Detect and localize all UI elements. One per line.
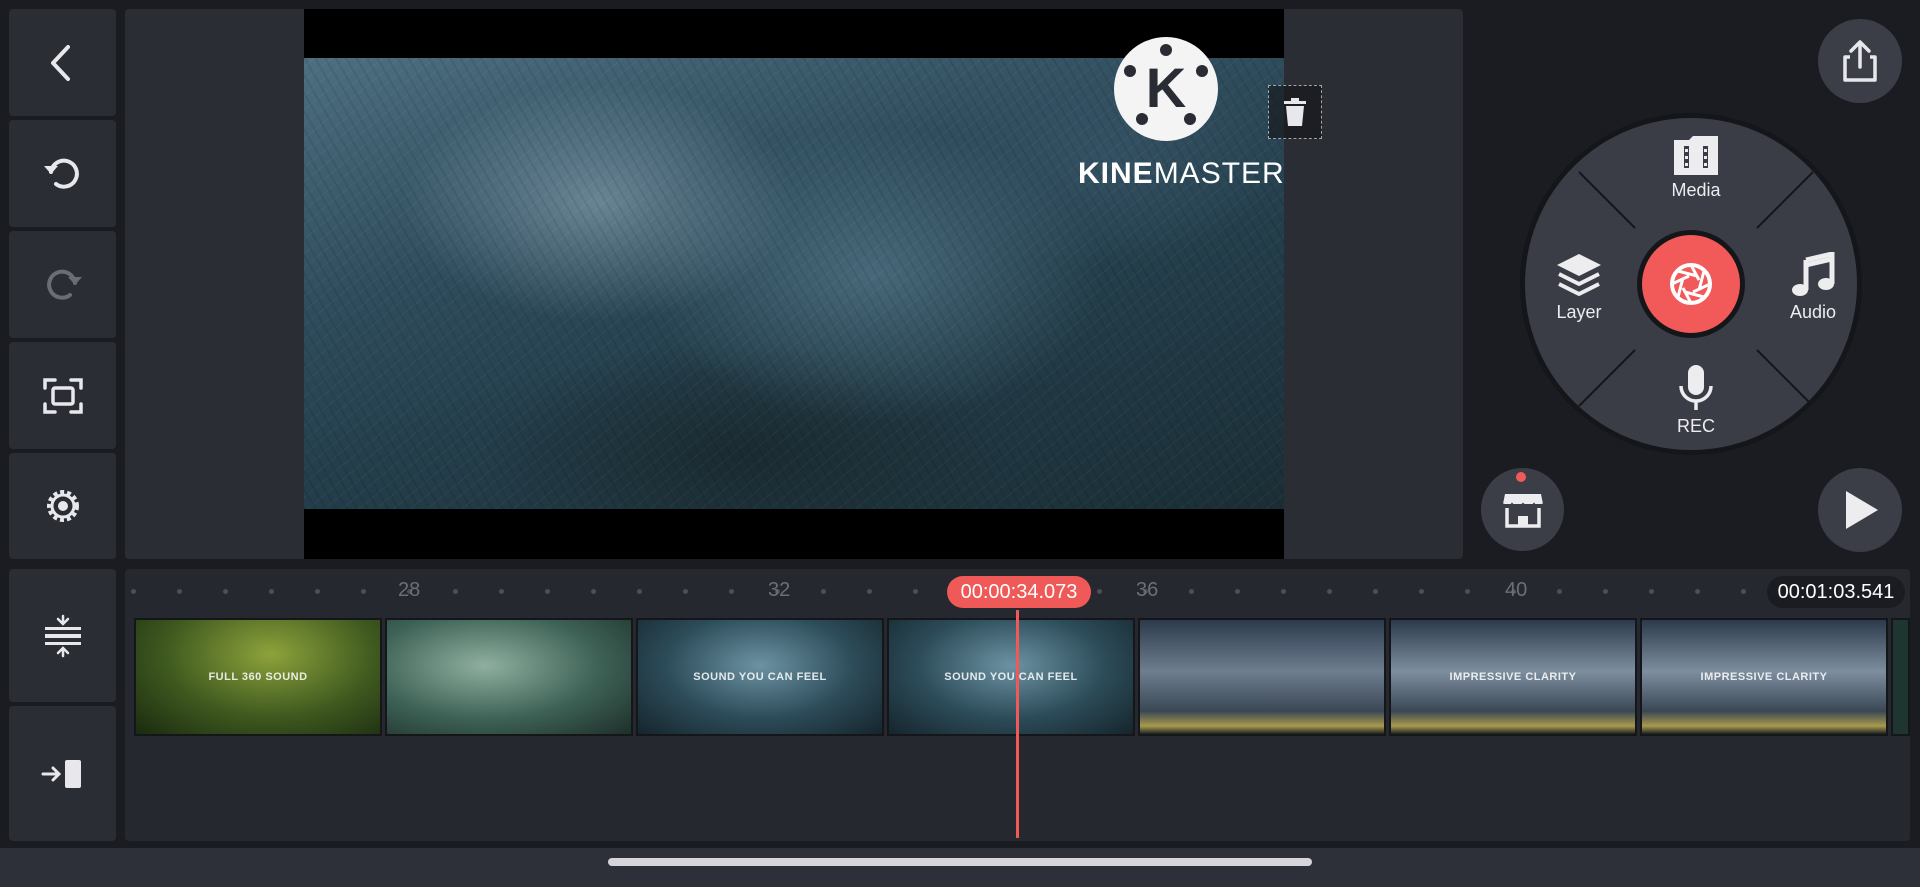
bottom-bar [0,848,1920,887]
share-icon [1843,40,1877,82]
ruler-tick [499,589,504,594]
ruler-label: 28 [398,579,421,601]
ruler-tick [1649,589,1654,594]
camera-shutter-icon [1670,263,1712,305]
ruler-tick [1603,589,1608,594]
export-button[interactable] [1818,19,1902,103]
ruler-tick [821,589,826,594]
ruler-tick [1419,589,1424,594]
settings-button[interactable] [9,453,116,559]
ruler-tick [729,589,734,594]
ruler-tick [591,589,596,594]
undo-button[interactable] [9,120,116,227]
microphone-icon [1679,365,1713,410]
video-track: FULL 360 SOUND SOUND YOU CAN FEEL SOUND … [134,618,1910,736]
layer-button[interactable]: Layer [1529,252,1629,323]
kinemaster-logo-icon: K [1114,37,1218,141]
play-icon [1846,491,1878,529]
play-button[interactable] [1818,468,1902,552]
playhead-time: 00:00:34.073 [947,576,1091,608]
notification-dot [1516,472,1526,482]
ruler-tick [177,589,182,594]
ruler-tick [1741,589,1746,594]
clip-thumbnail[interactable]: SOUND YOU CAN FEEL [636,618,884,736]
jump-to-end-icon [41,759,81,788]
capture-button[interactable] [1637,230,1745,338]
settings-icon [46,490,79,522]
ruler-tick [315,589,320,594]
ruler-tick [269,589,274,594]
ruler-tick [1327,589,1332,594]
ruler-label: 36 [1136,579,1159,601]
kinemaster-wordmark: KINEMASTER [1078,157,1285,190]
ruler-tick [637,589,642,594]
undo-icon [43,158,79,189]
ruler-tick [913,589,918,594]
ruler-tick [683,589,688,594]
ruler-tick [1557,589,1562,594]
time-ruler[interactable]: 28 32 36 40 00:00:34.073 00:01:03.541 [125,569,1910,613]
fullscreen-button[interactable] [9,342,116,449]
delete-watermark-button[interactable] [1268,85,1322,139]
ruler-tick [1097,589,1102,594]
ruler-tick [1373,589,1378,594]
ruler-tick [453,589,458,594]
media-icon [1674,136,1718,175]
media-button[interactable]: Media [1646,134,1746,201]
clip-thumbnail[interactable] [1891,618,1910,736]
layer-label: Layer [1556,302,1602,322]
playhead[interactable] [1016,610,1019,838]
clip-thumbnail[interactable]: FULL 360 SOUND [134,618,382,736]
trash-icon [1284,98,1306,126]
rec-label: REC [1676,416,1715,436]
clip-thumbnail[interactable] [1138,618,1386,736]
ruler-tick [131,589,136,594]
ruler-tick [223,589,228,594]
ruler-label: 32 [768,579,791,601]
redo-button[interactable] [9,231,116,338]
rec-button[interactable]: REC [1646,364,1746,437]
media-label: Media [1671,180,1721,200]
ruler-tick [1695,589,1700,594]
clip-thumbnail[interactable]: IMPRESSIVE CLARITY [1640,618,1888,736]
layer-icon [1557,254,1601,296]
total-duration: 00:01:03.541 [1767,576,1905,608]
ruler-tick [867,589,872,594]
ruler-tick [361,589,366,594]
back-button[interactable] [9,9,116,116]
audio-label: Audio [1789,302,1837,322]
jump-to-end-button[interactable] [9,706,116,841]
ruler-label: 40 [1505,579,1528,601]
ruler-tick [1189,589,1194,594]
ruler-tick [1235,589,1240,594]
clip-thumbnail[interactable]: SOUND YOU CAN FEEL [887,618,1135,736]
redo-icon [46,269,82,300]
timeline-expand-button[interactable] [9,569,116,702]
ruler-tick [1465,589,1470,594]
audio-button[interactable]: Audio [1763,252,1857,323]
ruler-tick [1281,589,1286,594]
back-icon [50,44,70,81]
ruler-tick [545,589,550,594]
clip-thumbnail[interactable] [385,618,633,736]
clip-thumbnail[interactable]: IMPRESSIVE CLARITY [1389,618,1637,736]
timeline-expand-icon [44,614,81,657]
home-indicator[interactable] [608,858,1312,866]
fullscreen-icon [42,377,83,414]
preview-panel [125,9,1463,559]
music-note-icon [1792,252,1835,296]
store-icon [1501,493,1544,528]
